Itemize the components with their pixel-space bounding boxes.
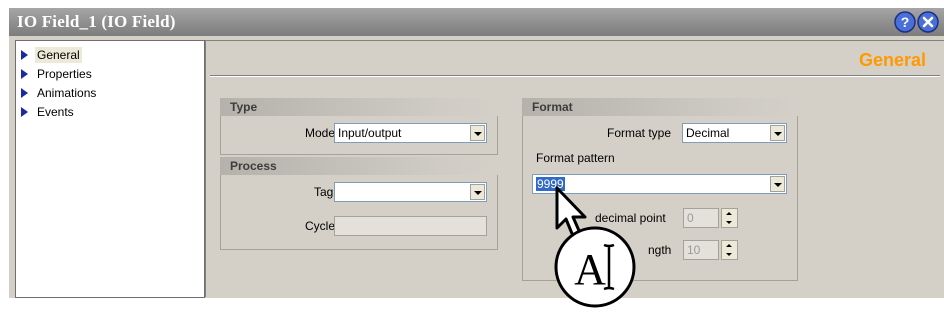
title-bar: IO Field_1 (IO Field) ?: [9, 8, 944, 36]
decimal-point-value: 0: [687, 211, 694, 225]
length-spinner-icon[interactable]: [721, 240, 738, 260]
text-cursor-overlay-icon: A: [554, 186, 636, 308]
type-group: Type Mode Input/output: [220, 98, 498, 155]
nav-item-label: General: [35, 47, 82, 63]
nav-arrow-icon: [21, 107, 28, 117]
length-field[interactable]: 10: [683, 240, 719, 260]
mode-label: Mode: [305, 126, 336, 140]
io-field-properties-window: IO Field_1 (IO Field) ? General Properti…: [9, 8, 944, 298]
cycle-field: [334, 216, 487, 236]
pin-help-icon[interactable]: ?: [894, 11, 916, 33]
type-group-header: Type: [220, 98, 498, 116]
svg-text:?: ?: [901, 14, 910, 30]
chevron-down-icon[interactable]: [770, 125, 785, 141]
length-label: ngth: [648, 243, 672, 257]
panel-divider: [210, 75, 940, 77]
length-value: 10: [687, 243, 701, 257]
nav-item-label: Events: [37, 105, 74, 119]
chevron-down-icon[interactable]: [470, 125, 485, 141]
process-group: Process Tag Cycle: [220, 157, 498, 250]
mode-value: Input/output: [338, 126, 402, 140]
tag-select[interactable]: [334, 182, 487, 202]
cycle-label: Cycle: [305, 219, 336, 233]
nav-arrow-icon: [21, 50, 28, 60]
chevron-down-icon[interactable]: [470, 184, 485, 200]
nav-arrow-icon: [21, 69, 28, 79]
mode-select[interactable]: Input/output: [334, 123, 487, 143]
format-type-label: Format type: [607, 126, 672, 140]
close-icon[interactable]: [917, 11, 939, 33]
format-type-select[interactable]: Decimal: [682, 123, 787, 143]
property-tree: General Properties Animations Events: [15, 40, 205, 298]
cursor-letter: A: [574, 245, 606, 294]
format-type-value: Decimal: [686, 126, 730, 140]
process-group-header: Process: [220, 157, 498, 175]
decimal-point-field[interactable]: 0: [683, 208, 719, 228]
nav-arrow-icon: [21, 88, 28, 98]
chevron-down-icon[interactable]: [770, 176, 785, 192]
panel-title: General: [858, 50, 926, 70]
decimal-point-spinner-icon[interactable]: [721, 208, 738, 228]
nav-item-label: Properties: [37, 67, 92, 81]
nav-item-label: Animations: [37, 86, 97, 100]
format-group-header: Format: [522, 98, 798, 116]
tag-label: Tag: [314, 185, 334, 199]
window-title: IO Field_1 (IO Field): [17, 12, 176, 31]
format-pattern-label: Format pattern: [536, 151, 615, 165]
